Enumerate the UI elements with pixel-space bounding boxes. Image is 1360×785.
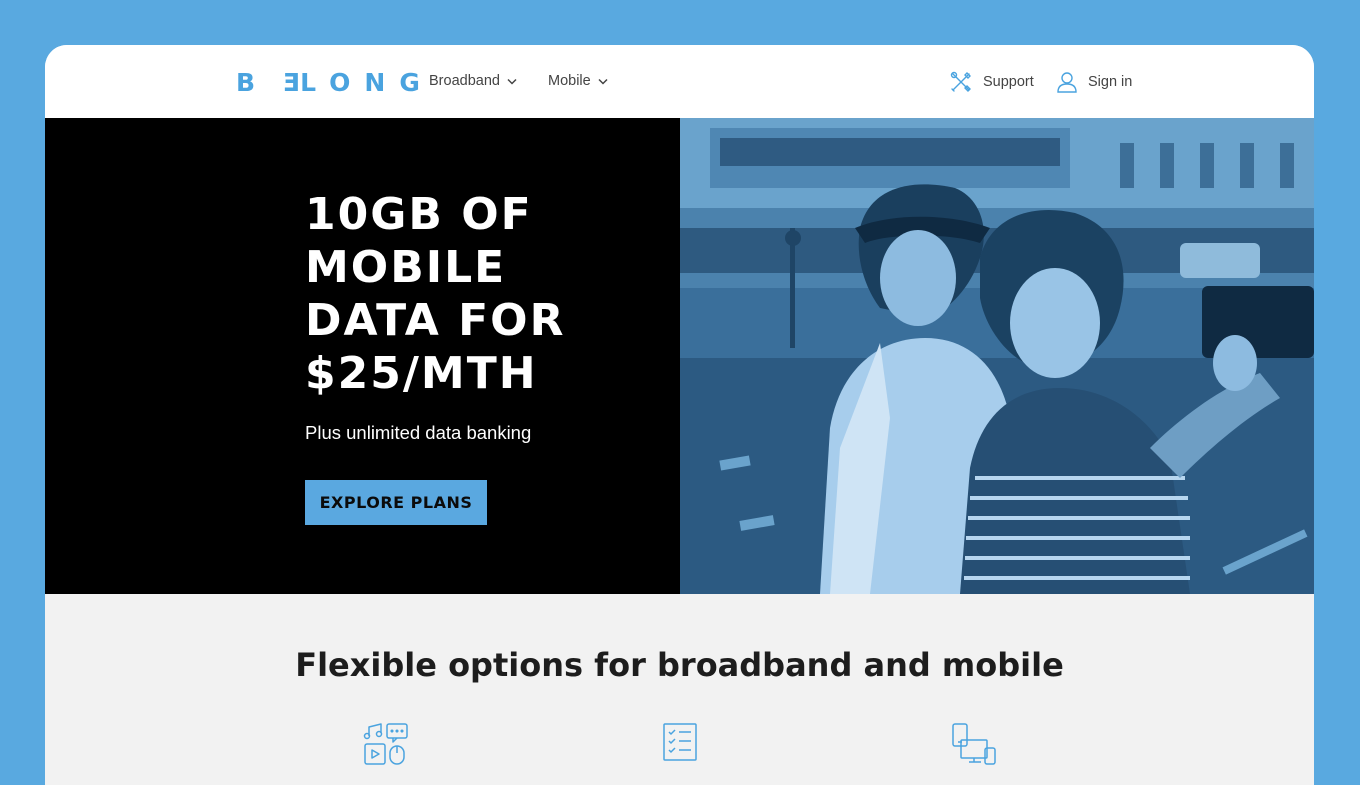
nav-mobile-label: Mobile [548,73,591,89]
user-icon [1057,72,1077,93]
hero-subtitle: Plus unlimited data banking [305,422,532,443]
nav-broadband-label: Broadband [429,73,500,89]
support-label: Support [983,74,1034,90]
hero-promo: 10GB of mobile data for $25/mth Plus unl… [45,118,680,594]
tools-icon [950,71,971,92]
chevron-down-icon [507,78,517,85]
multi-device-icon [952,723,996,765]
nav-broadband[interactable]: Broadband [429,73,517,89]
explore-plans-button[interactable]: EXPLORE PLANS [305,480,487,525]
media-devices-icon [363,723,408,765]
nav-mobile[interactable]: Mobile [548,73,608,89]
chevron-down-icon [598,78,608,85]
checklist-icon [663,723,697,761]
belong-logo[interactable]: B E LONG [236,67,434,97]
support-link[interactable]: Support [950,71,1034,93]
hero-title: 10GB of mobile data for $25/mth [305,189,566,399]
hero-photo-illustration [680,118,1314,594]
features-section: Flexible options for broadband and mobil… [45,594,1314,785]
browser-window: B E LONG Broadband Mobile Support Sign i… [45,45,1314,785]
signin-link[interactable]: Sign in [1057,71,1132,93]
signin-label: Sign in [1088,74,1133,90]
hero-image [680,118,1314,594]
site-header: B E LONG Broadband Mobile Support Sign i… [45,45,1314,118]
features-title: Flexible options for broadband and mobil… [295,646,1064,684]
